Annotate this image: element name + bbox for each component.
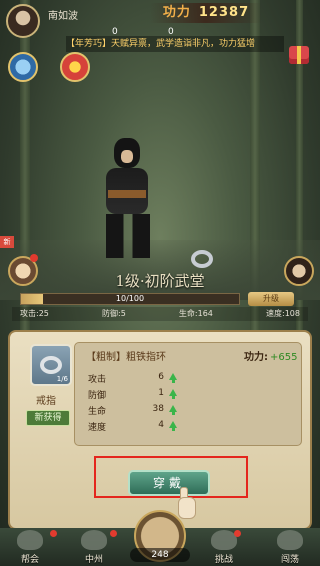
new-item-popup: 1/6 戒指 新获得 【粗制】粗铁指环 功力: +655 攻击 6 防御 1 生命… bbox=[8, 330, 312, 530]
arrow-up-icon bbox=[169, 389, 177, 399]
nav-label: 闯荡 bbox=[280, 555, 299, 565]
nav-guild[interactable]: 帮会 bbox=[4, 530, 56, 566]
hand-palm bbox=[178, 497, 196, 519]
slot-name: 戒指 bbox=[36, 396, 56, 407]
nav-challenge[interactable]: 挑战 bbox=[198, 530, 250, 566]
item-power-delta: +655 bbox=[270, 352, 298, 363]
item-title: 【粗制】粗铁指环 bbox=[86, 352, 166, 363]
player-avatar[interactable] bbox=[6, 4, 40, 38]
guild-icon bbox=[17, 530, 43, 550]
player-name: 南如波 bbox=[48, 11, 78, 22]
ring-icon bbox=[40, 356, 62, 374]
notification-dot bbox=[30, 254, 38, 262]
map-icon bbox=[81, 530, 107, 550]
power-label: 功力 bbox=[162, 5, 191, 20]
adventure-icon bbox=[277, 530, 303, 550]
item-stat-name: 攻击 bbox=[88, 375, 107, 385]
character-face bbox=[121, 150, 133, 163]
item-stat-value: 38 bbox=[152, 404, 164, 414]
arrow-up-icon bbox=[169, 373, 177, 383]
item-stat-value: 6 bbox=[158, 372, 164, 382]
item-stat-line: 速度 4 bbox=[88, 420, 177, 433]
activity-button[interactable] bbox=[8, 52, 38, 82]
nav-label: 挑战 bbox=[214, 555, 233, 565]
stage-stat-attack: 攻击:25 bbox=[20, 309, 49, 318]
item-stat-value: 4 bbox=[158, 420, 164, 430]
power-value: 12387 bbox=[198, 5, 250, 20]
upgrade-button[interactable]: 升级 bbox=[248, 292, 294, 306]
stage-name: 1级·初阶武堂 bbox=[115, 272, 205, 290]
item-stat-name: 速度 bbox=[88, 423, 107, 433]
character-belt bbox=[108, 190, 146, 198]
top-hud: 南如波 功力 12387 0 0 bbox=[0, 0, 320, 38]
character-legs bbox=[106, 214, 150, 258]
item-stat-line: 生命 38 bbox=[88, 404, 177, 417]
stage-stat-speed: 速度:108 bbox=[266, 309, 300, 318]
arrow-up-icon bbox=[169, 421, 177, 431]
item-power-change: 功力: +655 bbox=[244, 348, 297, 363]
slot-count: 1/6 bbox=[56, 375, 68, 383]
ring-item-slot[interactable]: 1/6 bbox=[30, 344, 72, 386]
new-acquired-tag: 新获得 bbox=[26, 410, 70, 426]
item-stat-name: 防御 bbox=[88, 391, 107, 401]
power-display: 功力 12387 bbox=[150, 3, 262, 23]
dropped-ring-icon[interactable] bbox=[191, 250, 213, 268]
center-count: 248 bbox=[130, 548, 190, 562]
event-button[interactable] bbox=[60, 52, 90, 82]
notification-dot bbox=[50, 530, 57, 537]
arrow-up-icon bbox=[169, 405, 177, 415]
gift-icon[interactable] bbox=[289, 46, 309, 64]
player-character bbox=[92, 128, 162, 258]
notification-dot bbox=[110, 530, 117, 537]
stage-stat-hp: 生命:164 bbox=[178, 309, 213, 318]
stage-stats-row: 攻击:25 防御:5 生命:164 速度:108 bbox=[12, 307, 308, 321]
stage-progress-bar: 10/100 bbox=[20, 293, 240, 305]
notification-dot bbox=[234, 530, 241, 537]
item-stat-value: 1 bbox=[158, 388, 164, 398]
stage-stat-defense: 防御:5 bbox=[102, 309, 126, 318]
item-stat-line: 攻击 6 bbox=[88, 372, 177, 385]
item-stat-name: 生命 bbox=[88, 407, 107, 417]
item-power-label: 功力: bbox=[244, 352, 268, 363]
scrolling-notice: 【年芳巧】天赋异禀，武学造诣非凡，功力猛增 bbox=[66, 36, 284, 52]
nav-label: 中州 bbox=[84, 555, 103, 565]
tutorial-highlight-frame bbox=[94, 456, 248, 498]
progress-text: 10/100 bbox=[115, 294, 145, 303]
nav-label: 帮会 bbox=[20, 555, 39, 565]
item-stat-line: 防御 1 bbox=[88, 388, 177, 401]
nav-adventure[interactable]: 闯荡 bbox=[264, 530, 316, 566]
new-badge: 新 bbox=[0, 236, 14, 248]
